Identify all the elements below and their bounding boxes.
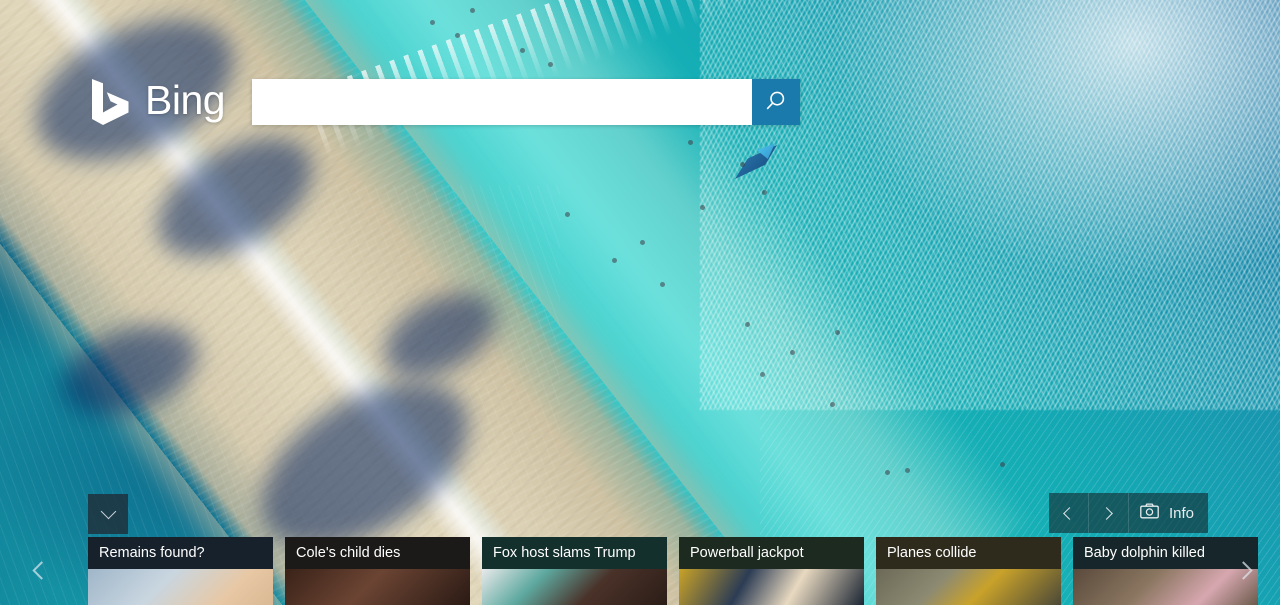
bg-beach-detail [455,33,460,38]
news-next-button[interactable] [1226,553,1260,587]
news-tile-headline: Cole's child dies [285,537,470,569]
search-box [252,79,801,125]
search-area: Bing [0,74,1280,130]
chevron-down-icon [100,503,116,520]
news-tile-list: Remains found? Cole's child dies Fox host … [88,537,1258,605]
news-tile-headline: Fox host slams Trump [482,537,667,569]
image-info-label: Info [1168,504,1194,522]
bg-beach-detail [565,212,570,217]
bg-beach-detail [660,282,665,287]
news-tile-thumbnail [285,569,470,605]
image-prev-button[interactable] [1048,493,1089,533]
bg-beach-detail [760,372,765,377]
news-tile[interactable]: Cole's child dies [285,537,470,605]
chevron-right-icon [1233,560,1253,580]
bg-beach-detail [520,48,525,53]
bg-beach-detail [740,162,745,167]
bg-beach-detail [640,240,645,245]
bg-beach-detail [905,468,910,473]
search-input[interactable] [252,79,753,125]
bg-beach-detail [470,8,475,13]
expand-feed-button[interactable] [88,494,128,534]
bg-beach-detail [1000,462,1005,467]
bg-beach-detail [745,322,750,327]
bg-beach-detail [612,258,617,263]
search-magnifier-icon [764,89,788,116]
image-controls-bar: Info [1048,493,1208,533]
chevron-left-icon [31,560,51,580]
news-tile-thumbnail [88,569,273,605]
chevron-left-icon [1063,506,1077,520]
news-tile[interactable]: Fox host slams Trump [482,537,667,605]
bg-beach-detail [835,330,840,335]
bg-beach-detail [762,190,767,195]
bg-beach-detail [700,205,705,210]
image-info-button[interactable]: Info [1128,493,1208,533]
news-carousel: Remains found? Cole's child dies Fox host … [0,537,1280,605]
search-button[interactable] [752,79,801,125]
image-next-button[interactable] [1088,493,1129,533]
news-tile[interactable]: Remains found? [88,537,273,605]
news-prev-button[interactable] [24,553,58,587]
news-tile-headline: Powerball jackpot [679,537,864,569]
bg-beach-detail [688,140,693,145]
news-tile[interactable]: Powerball jackpot [679,537,864,605]
news-tile-headline: Remains found? [88,537,273,569]
news-tile-thumbnail [876,569,1061,605]
news-tile-thumbnail [679,569,864,605]
news-tile[interactable]: Planes collide [876,537,1061,605]
bg-beach-detail [548,62,553,67]
bing-logo-icon [88,77,134,127]
camera-icon [1140,503,1159,523]
bing-wordmark: Bing [145,76,226,123]
bg-beach-detail [830,402,835,407]
news-tile-headline: Planes collide [876,537,1061,569]
bg-beach-detail [790,350,795,355]
bing-logo[interactable]: Bing [88,74,226,130]
bg-beach-detail [430,20,435,25]
news-tile-thumbnail [482,569,667,605]
bg-beach-detail [885,470,890,475]
chevron-right-icon [1100,506,1114,520]
